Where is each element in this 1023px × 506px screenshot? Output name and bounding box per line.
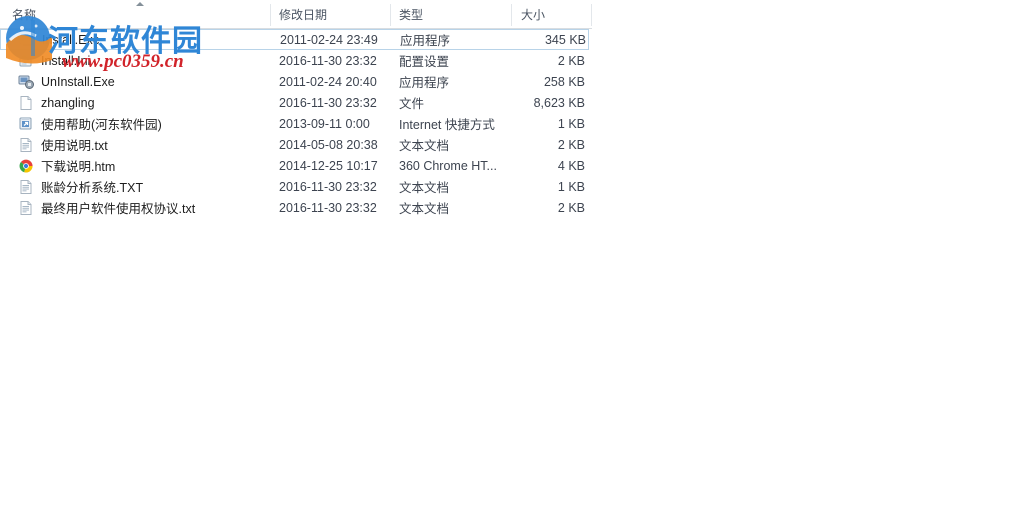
file-list: Install.Exe 2011-02-24 23:49 应用程序 345 KB Ins… xyxy=(0,29,592,218)
file-name-cell[interactable]: Install.Exe xyxy=(19,32,100,48)
uninstall-exe-icon xyxy=(18,74,34,90)
column-divider-date-type[interactable] xyxy=(390,4,391,26)
column-header-date[interactable]: 修改日期 xyxy=(279,0,384,28)
file-name-label: 使用帮助(河东软件园) xyxy=(41,118,162,132)
file-name-cell[interactable]: Install.Ini xyxy=(18,53,90,69)
file-date-cell: 2011-02-24 20:40 xyxy=(279,74,377,89)
file-date-cell: 2013-09-11 0:00 xyxy=(279,116,370,131)
application-exe-icon xyxy=(19,32,35,48)
file-row[interactable]: Install.Exe 2011-02-24 23:49 应用程序 345 KB xyxy=(0,29,589,50)
file-date-cell: 2016-11-30 23:32 xyxy=(279,200,377,215)
file-type-cell: 应用程序 xyxy=(400,34,451,48)
column-header-row: 名称 修改日期 类型 大小 xyxy=(0,0,592,29)
file-type-cell: 360 Chrome HT... xyxy=(399,158,497,173)
file-date-cell: 2011-02-24 23:49 xyxy=(280,32,378,47)
blank-file-icon xyxy=(18,95,34,111)
text-document-icon xyxy=(18,179,34,195)
file-date-cell: 2016-11-30 23:32 xyxy=(279,179,377,194)
file-size-cell: 258 KB xyxy=(543,74,585,89)
column-divider-name-date[interactable] xyxy=(270,4,271,26)
file-type-cell: 文件 xyxy=(399,97,425,111)
file-size-cell: 8,623 KB xyxy=(533,95,585,110)
file-name-label: UnInstall.Exe xyxy=(41,74,115,89)
internet-shortcut-icon xyxy=(18,116,34,132)
file-row[interactable]: UnInstall.Exe 2011-02-24 20:40 应用程序 258 KB xyxy=(0,71,592,92)
file-row[interactable]: Install.Ini 2016-11-30 23:32 配置设置 2 KB xyxy=(0,50,592,71)
file-type-cell: Internet 快捷方式 xyxy=(399,118,495,132)
file-type-cell: 配置设置 xyxy=(399,55,450,69)
file-name-cell[interactable]: UnInstall.Exe xyxy=(18,74,115,90)
file-name-label: 最终用户软件使用权协议.txt xyxy=(41,202,196,216)
file-date-cell: 2016-11-30 23:32 xyxy=(279,53,377,68)
ini-config-icon xyxy=(18,53,34,69)
file-date-cell: 2014-05-08 20:38 xyxy=(279,137,378,152)
file-name-label: zhangling xyxy=(41,95,95,110)
file-list-pane: 名称 修改日期 类型 大小 Install.Exe 2011-02-24 23:4… xyxy=(0,0,592,506)
file-row[interactable]: 使用说明.txt 2014-05-08 20:38 文本文档 2 KB xyxy=(0,134,592,155)
column-header-name[interactable]: 名称 xyxy=(12,0,142,28)
text-document-icon xyxy=(18,137,34,153)
file-name-label: Install.Exe xyxy=(42,32,100,47)
chrome-html-icon xyxy=(18,158,34,174)
file-name-cell[interactable]: 下载说明.htm xyxy=(18,156,115,175)
column-header-type[interactable]: 类型 xyxy=(399,0,504,28)
file-size-cell: 1 KB xyxy=(557,179,585,194)
file-name-label: Install.Ini xyxy=(41,53,91,68)
file-type-cell: 文本文档 xyxy=(399,202,450,216)
file-name-cell[interactable]: 账龄分析系统.TXT xyxy=(18,177,143,196)
column-header-size[interactable]: 大小 xyxy=(521,0,586,28)
file-size-cell: 345 KB xyxy=(544,32,586,47)
file-size-cell: 1 KB xyxy=(557,116,585,131)
file-size-cell: 2 KB xyxy=(557,200,585,215)
file-name-label: 使用说明.txt xyxy=(41,139,108,153)
file-type-cell: 文本文档 xyxy=(399,181,450,195)
file-row[interactable]: 最终用户软件使用权协议.txt 2016-11-30 23:32 文本文档 2 KB xyxy=(0,197,592,218)
file-name-cell[interactable]: 使用说明.txt xyxy=(18,135,108,154)
file-name-cell[interactable]: 使用帮助(河东软件园) xyxy=(18,114,162,133)
file-name-label: 账龄分析系统.TXT xyxy=(41,181,144,195)
file-size-cell: 2 KB xyxy=(557,137,585,152)
file-type-cell: 文本文档 xyxy=(399,139,450,153)
file-size-cell: 2 KB xyxy=(557,53,585,68)
file-name-cell[interactable]: 最终用户软件使用权协议.txt xyxy=(18,198,195,217)
column-divider-type-size[interactable] xyxy=(511,4,512,26)
text-document-icon xyxy=(18,200,34,216)
file-name-cell[interactable]: zhangling xyxy=(18,95,95,111)
file-name-label: 下载说明.htm xyxy=(41,160,116,174)
file-date-cell: 2016-11-30 23:32 xyxy=(279,95,377,110)
column-divider-size-end[interactable] xyxy=(591,4,592,26)
file-date-cell: 2014-12-25 10:17 xyxy=(279,158,378,173)
file-row[interactable]: zhangling 2016-11-30 23:32 文件 8,623 KB xyxy=(0,92,592,113)
file-size-cell: 4 KB xyxy=(557,158,585,173)
file-row[interactable]: 账龄分析系统.TXT 2016-11-30 23:32 文本文档 1 KB xyxy=(0,176,592,197)
file-row[interactable]: 下载说明.htm 2014-12-25 10:17 360 Chrome HT...… xyxy=(0,155,592,176)
file-row[interactable]: 使用帮助(河东软件园) 2013-09-11 0:00 Internet 快捷方式 1… xyxy=(0,113,592,134)
file-type-cell: 应用程序 xyxy=(399,76,450,90)
